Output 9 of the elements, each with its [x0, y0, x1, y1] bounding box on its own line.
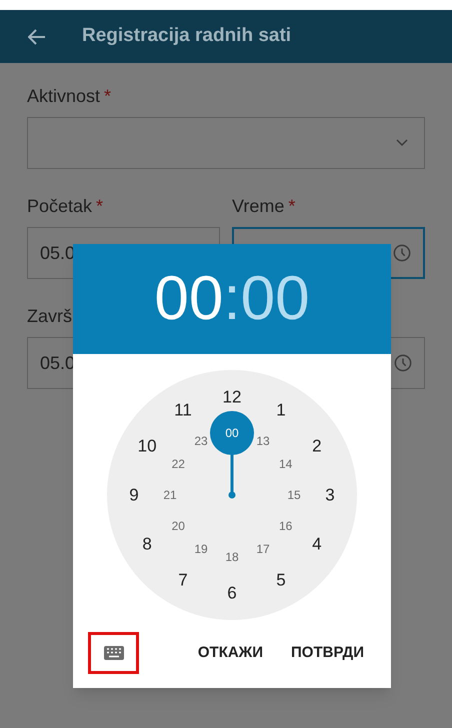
field-label: Aktivnost: [27, 85, 100, 108]
required-mark: *: [288, 195, 296, 218]
field-label: Početak: [27, 195, 92, 218]
required-mark: *: [104, 85, 112, 108]
app-bar-title: Registracija radnih sati: [82, 24, 292, 48]
required-mark: *: [96, 195, 104, 218]
time-separator: :: [223, 268, 241, 330]
field-label: Završ: [27, 305, 72, 328]
field-label: Vreme: [232, 195, 284, 218]
